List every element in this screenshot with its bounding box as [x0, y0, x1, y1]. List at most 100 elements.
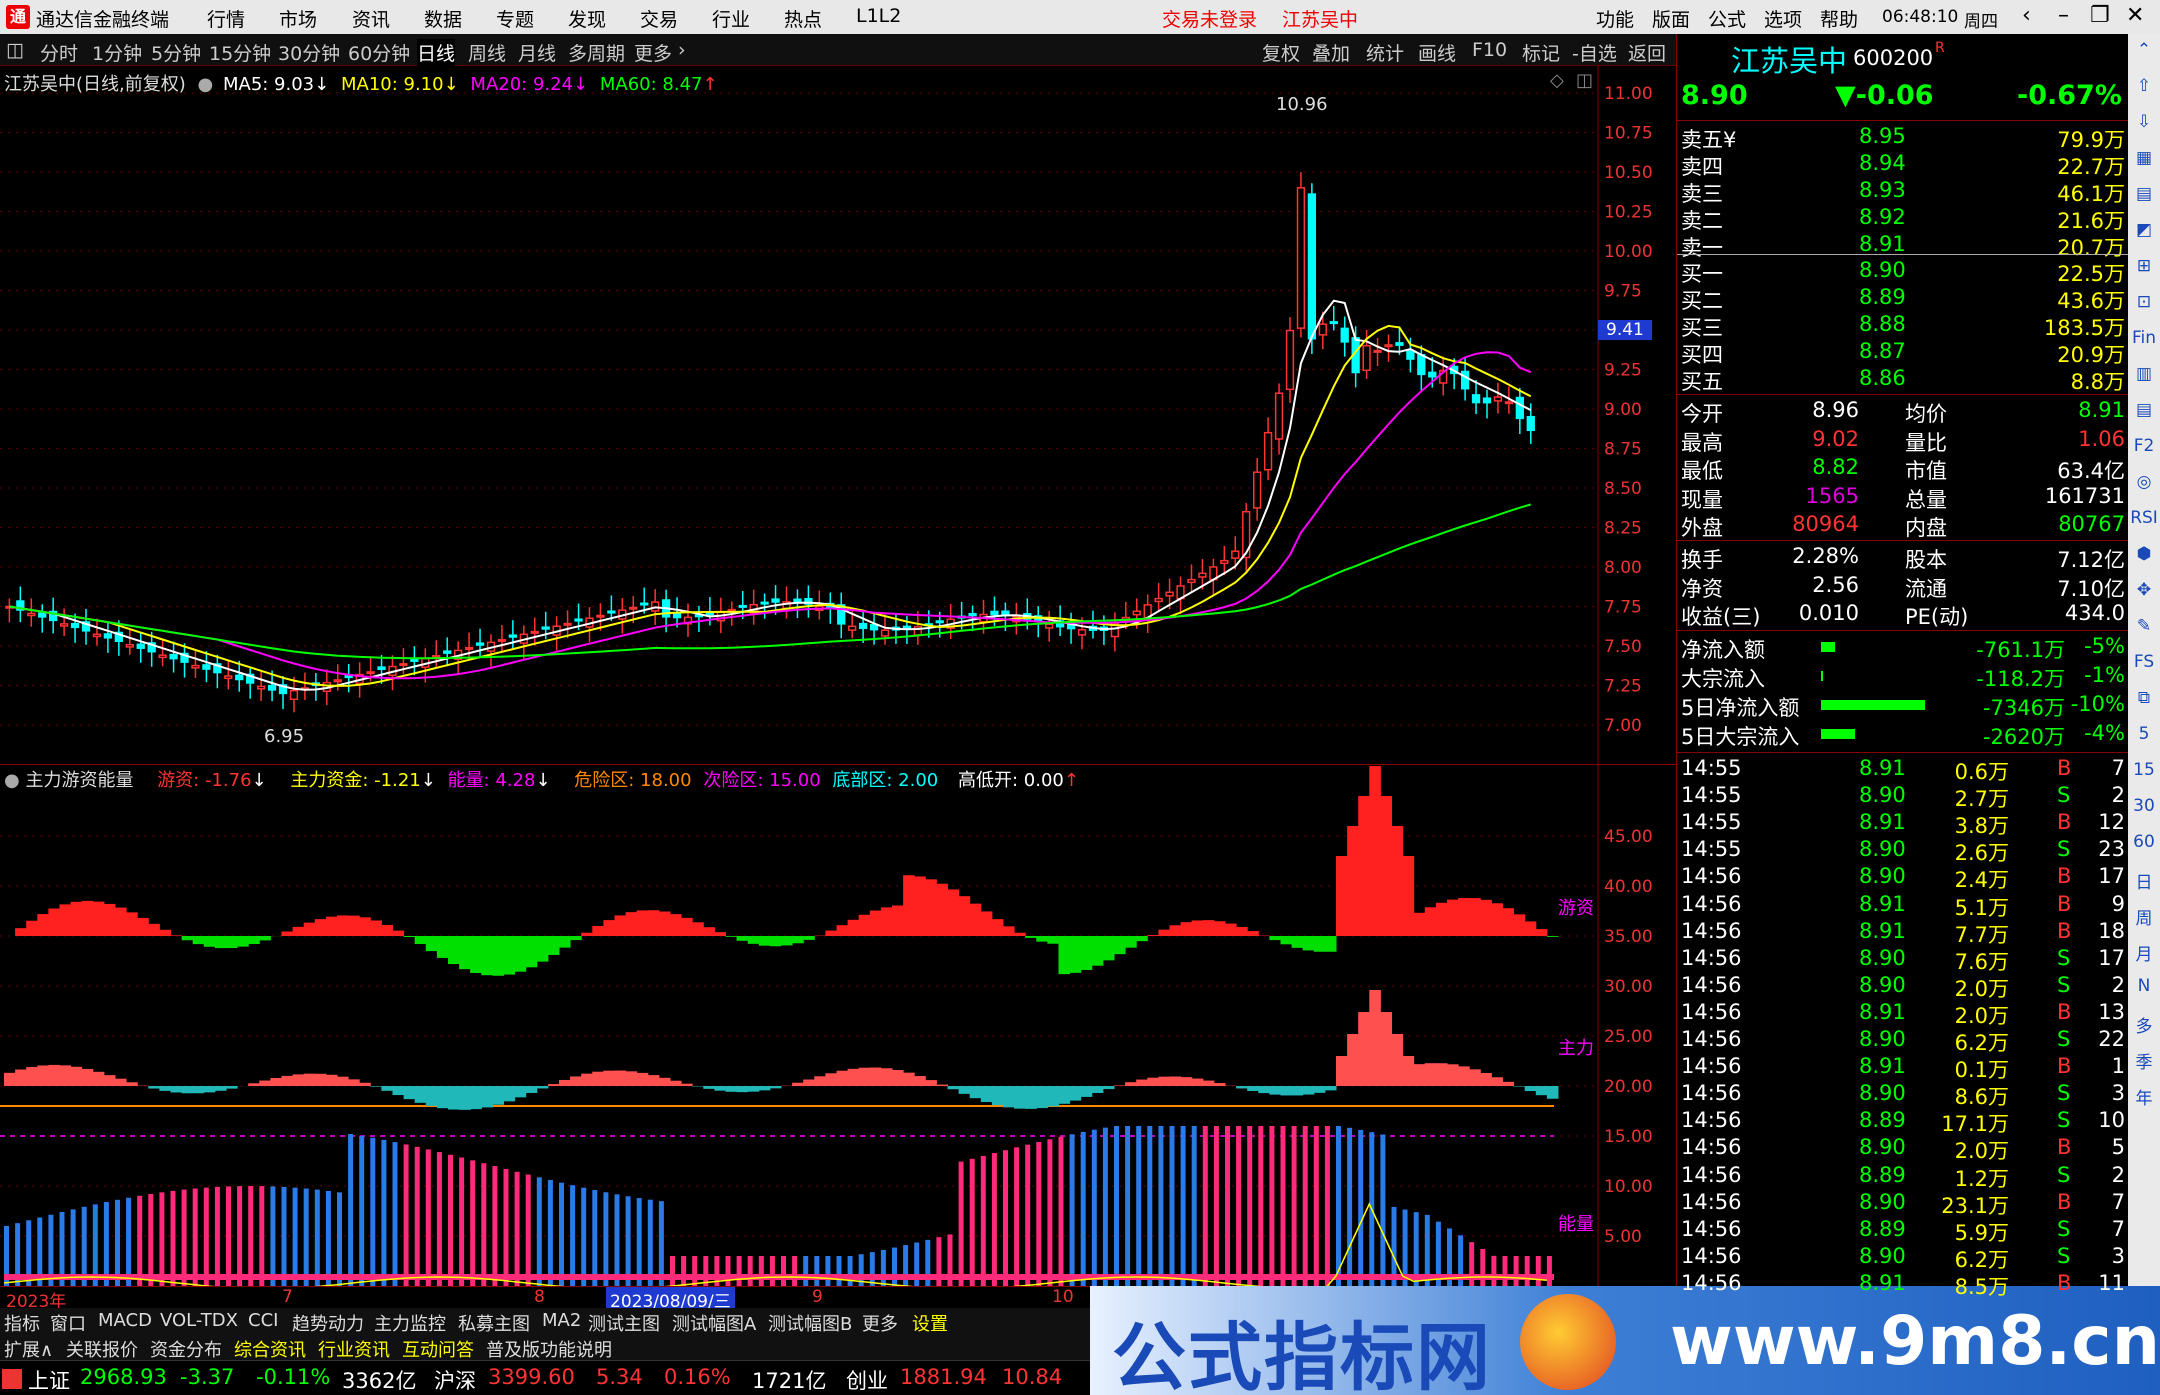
btn-diejia[interactable]: 叠加 — [1312, 39, 1350, 66]
sidebar-tool-icon[interactable]: 60 — [2128, 832, 2160, 852]
expand-icon[interactable]: ◫ — [1576, 70, 1593, 91]
candlestick-chart[interactable]: 11.0010.7510.5010.2510.009.759.509.259.0… — [0, 66, 1676, 764]
ask-row[interactable]: 卖四 8.94 22.7万 — [1677, 151, 2129, 179]
period-15min[interactable]: 15分钟 — [209, 39, 271, 66]
sidebar-tool-icon[interactable]: F2 — [2128, 436, 2160, 456]
sidebar-tool-icon[interactable]: ⧉ — [2128, 688, 2160, 708]
period-more[interactable]: 更多 — [634, 39, 672, 66]
sidebar-tool-icon[interactable]: ⬢ — [2128, 544, 2160, 564]
tick-row[interactable]: 14:56 8.91 2.0万 B 13 — [1677, 1000, 2129, 1028]
period-1min[interactable]: 1分钟 — [92, 39, 142, 66]
sidebar-tool-icon[interactable]: ✥ — [2128, 580, 2160, 600]
sidebar-tool-icon[interactable]: ⊡ — [2128, 292, 2160, 312]
back-arrow-icon[interactable]: ‹ — [2022, 3, 2031, 28]
btn-fanhui[interactable]: 返回 — [1628, 39, 1666, 66]
bid-row[interactable]: 买四 8.87 20.9万 — [1677, 339, 2129, 367]
minimize-icon[interactable]: – — [2058, 3, 2069, 28]
tab-indicator-1[interactable]: 窗口 — [50, 1310, 86, 1336]
period-60min[interactable]: 60分钟 — [348, 39, 410, 66]
tick-row[interactable]: 14:56 8.90 2.0万 B 5 — [1677, 1135, 2129, 1163]
period-30min[interactable]: 30分钟 — [278, 39, 340, 66]
btn-f10[interactable]: F10 — [1472, 39, 1507, 61]
menu-faxian[interactable]: 发现 — [568, 5, 606, 32]
tick-row[interactable]: 14:56 8.90 2.4万 B 17 — [1677, 864, 2129, 892]
menu-shuju[interactable]: 数据 — [424, 5, 462, 32]
ask-row[interactable]: 卖三 8.93 46.1万 — [1677, 178, 2129, 206]
tick-row[interactable]: 14:55 8.91 3.8万 B 12 — [1677, 810, 2129, 838]
restore-icon[interactable]: ❐ — [2090, 3, 2110, 28]
menu-hangye[interactable]: 行业 — [712, 5, 750, 32]
sidebar-tool-icon[interactable]: 季 — [2128, 1048, 2160, 1073]
tick-row[interactable]: 14:55 8.91 0.6万 B 7 — [1677, 756, 2129, 784]
tick-row[interactable]: 14:56 8.91 0.1万 B 1 — [1677, 1054, 2129, 1082]
sidebar-tool-icon[interactable]: ✎ — [2128, 616, 2160, 636]
tab-indicator-10[interactable]: 测试幅图A — [672, 1310, 756, 1336]
tick-row[interactable]: 14:56 8.90 6.2万 S 22 — [1677, 1027, 2129, 1055]
ask-row[interactable]: 卖五¥ 8.95 79.9万 — [1677, 124, 2129, 152]
tick-row[interactable]: 14:56 8.91 5.1万 B 9 — [1677, 892, 2129, 920]
menu-zixun[interactable]: 资讯 — [352, 5, 390, 32]
tab-indicator-7[interactable]: 私募主图 — [458, 1310, 530, 1336]
menu-hangqing[interactable]: 行情 — [207, 5, 245, 32]
sidebar-tool-icon[interactable]: 月 — [2128, 940, 2160, 965]
tick-row[interactable]: 14:56 8.90 6.2万 S 3 — [1677, 1244, 2129, 1272]
tick-row[interactable]: 14:56 8.90 2.0万 S 2 — [1677, 973, 2129, 1001]
menu-l1l2[interactable]: L1L2 — [856, 5, 901, 27]
btn-biaoji[interactable]: 标记 — [1522, 39, 1560, 66]
indicator-chart[interactable]: 45.00 40.00 35.00 30.00 25.00 20.00 15.00 10.00… — [0, 763, 1676, 1290]
sidebar-tool-icon[interactable]: 多 — [2128, 1012, 2160, 1037]
indicator-svg[interactable]: 45.00 40.00 35.00 30.00 25.00 20.00 15.00 10.00… — [0, 763, 1676, 1290]
tick-row[interactable]: 14:56 8.91 8.5万 B 11 — [1677, 1271, 2129, 1299]
period-monthly[interactable]: 月线 — [518, 39, 556, 66]
tab-info-2[interactable]: 资金分布 — [150, 1336, 222, 1362]
sidebar-tool-icon[interactable]: ◩ — [2128, 220, 2160, 240]
tick-row[interactable]: 14:56 8.90 23.1万 B 7 — [1677, 1190, 2129, 1218]
menu-gongshi[interactable]: 公式 — [1708, 5, 1746, 32]
sidebar-tool-icon[interactable]: 30 — [2128, 796, 2160, 816]
tick-row[interactable]: 14:56 8.89 5.9万 S 7 — [1677, 1217, 2129, 1245]
bid-row[interactable]: 买五 8.86 8.8万 — [1677, 366, 2129, 394]
sh-name[interactable]: 上证 — [28, 1365, 70, 1395]
bid-row[interactable]: 买二 8.89 43.6万 — [1677, 285, 2129, 313]
tab-info-5[interactable]: 互动问答 — [402, 1336, 474, 1362]
chevron-right-icon[interactable]: › — [678, 39, 686, 61]
tab-info-1[interactable]: 关联报价 — [66, 1336, 138, 1362]
menu-jiaoyi[interactable]: 交易 — [640, 5, 678, 32]
tab-info-3[interactable]: 综合资讯 — [234, 1336, 306, 1362]
settings-circle-icon[interactable]: ● — [198, 74, 214, 95]
sidebar-tool-icon[interactable]: FS — [2128, 652, 2160, 672]
btn-huaxian[interactable]: 画线 — [1418, 39, 1456, 66]
tab-indicator-2[interactable]: MACD — [98, 1310, 152, 1331]
tab-indicator-13[interactable]: 设置 — [912, 1310, 948, 1336]
sidebar-tool-icon[interactable]: ⇩ — [2128, 112, 2160, 132]
tick-row[interactable]: 14:55 8.90 2.7万 S 2 — [1677, 783, 2129, 811]
tab-indicator-6[interactable]: 主力监控 — [374, 1310, 446, 1336]
menu-gongneng[interactable]: 功能 — [1596, 5, 1634, 32]
sidebar-tool-icon[interactable]: ▤ — [2128, 184, 2160, 204]
tab-indicator-11[interactable]: 测试幅图B — [768, 1310, 852, 1336]
bid-row[interactable]: 买三 8.88 183.5万 — [1677, 312, 2129, 340]
btn-zixuan[interactable]: -自选 — [1572, 39, 1617, 66]
sidebar-tool-icon[interactable]: RSI — [2128, 508, 2160, 528]
sidebar-tool-icon[interactable]: ⊞ — [2128, 256, 2160, 276]
tab-indicator-4[interactable]: CCI — [248, 1310, 278, 1331]
bid-row[interactable]: 买一 8.90 22.5万 — [1677, 258, 2129, 286]
tick-row[interactable]: 14:56 8.91 7.7万 B 18 — [1677, 919, 2129, 947]
candlestick-svg[interactable]: 11.0010.7510.5010.2510.009.759.509.259.0… — [0, 66, 1676, 764]
sidebar-tool-icon[interactable]: 15 — [2128, 760, 2160, 780]
sidebar-tool-icon[interactable]: ▥ — [2128, 364, 2160, 384]
sidebar-tool-icon[interactable]: 周 — [2128, 904, 2160, 929]
sidebar-tool-icon[interactable]: ⇧ — [2128, 76, 2160, 96]
period-weekly[interactable]: 周线 — [468, 39, 506, 66]
tab-indicator-3[interactable]: VOL-TDX — [160, 1310, 238, 1331]
diamond-icon[interactable]: ◇ — [1550, 70, 1564, 91]
close-icon[interactable]: ✕ — [2126, 3, 2144, 28]
sidebar-tool-icon[interactable]: ▦ — [2128, 148, 2160, 168]
tab-indicator-12[interactable]: 更多 — [862, 1310, 898, 1336]
tick-row[interactable]: 14:56 8.89 1.2万 S 2 — [1677, 1163, 2129, 1191]
sidebar-tool-icon[interactable]: 日 — [2128, 868, 2160, 893]
sidebar-tool-icon[interactable]: 年 — [2128, 1084, 2160, 1109]
menu-banmian[interactable]: 版面 — [1652, 5, 1690, 32]
tab-info-4[interactable]: 行业资讯 — [318, 1336, 390, 1362]
tab-info-6[interactable]: 普及版功能说明 — [486, 1336, 612, 1362]
